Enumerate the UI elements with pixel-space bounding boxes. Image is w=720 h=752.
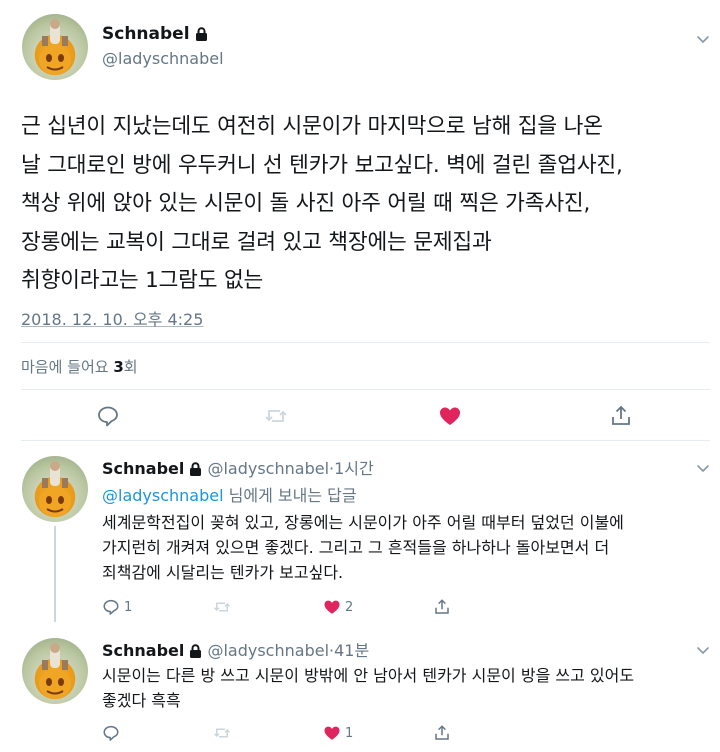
reply-text: 시문이는 다른 방 쓰고 시문이 방밖에 안 남아서 텐카가 시문이 방을 쓰고… xyxy=(102,663,702,713)
reply-to-label: 님에게 보내는 답글 xyxy=(223,486,357,505)
reply-to-mention[interactable]: @ladyschnabel xyxy=(102,486,224,505)
reply-text-line: 세계문학전집이 꽂혀 있고, 장롱에는 시문이가 아주 어릴 때부터 덮었던 이… xyxy=(102,513,624,532)
retweet-button[interactable] xyxy=(213,724,231,742)
handle[interactable]: @ladyschnabel xyxy=(207,459,329,478)
reply-icon xyxy=(103,599,119,615)
reply-text-line: 좋겠다 흑흑 xyxy=(102,691,181,710)
tweet-text-line: 책상 위에 앉아 있는 시문이 돌 사진 아주 어릴 때 찍은 가족사진, xyxy=(21,191,591,216)
handle[interactable]: @ladyschnabel xyxy=(102,49,224,68)
share-icon[interactable] xyxy=(609,404,633,428)
like-count: 2 xyxy=(345,599,354,615)
like-button[interactable]: 2 xyxy=(323,598,353,616)
chevron-down-icon[interactable] xyxy=(695,31,711,47)
likes-count[interactable]: 마음에 들어요 3회 xyxy=(21,356,138,377)
lock-icon xyxy=(189,643,202,662)
divider xyxy=(21,440,710,441)
share-icon xyxy=(435,599,449,614)
reply-text-line: 죄책감에 시달리는 텐카가 보고싶다. xyxy=(102,563,344,582)
reply-icon[interactable] xyxy=(96,404,120,428)
retweet-icon xyxy=(213,602,231,612)
avatar-image xyxy=(39,643,71,699)
reply-time[interactable]: ·41분 xyxy=(329,641,369,660)
likes-suffix: 회 xyxy=(123,358,138,376)
reply-text: 세계문학전집이 꽂혀 있고, 장롱에는 시문이가 아주 어릴 때부터 덮었던 이… xyxy=(102,510,702,585)
display-name-text: Schnabel xyxy=(102,24,190,44)
retweet-icon xyxy=(213,728,231,738)
lock-icon xyxy=(195,26,208,45)
likes-number: 3 xyxy=(113,358,124,376)
like-icon xyxy=(324,600,340,614)
replying-to: @ladyschnabel 님에게 보내는 답글 xyxy=(102,482,357,506)
display-name[interactable]: Schnabel xyxy=(102,459,184,478)
like-icon xyxy=(324,726,340,740)
display-name[interactable]: Schnabel xyxy=(102,641,184,660)
lock-icon xyxy=(189,461,202,480)
chevron-down-icon[interactable] xyxy=(695,460,711,476)
avatar[interactable] xyxy=(22,14,88,80)
retweet-icon[interactable] xyxy=(264,404,288,428)
divider xyxy=(21,389,710,390)
avatar-image xyxy=(39,461,71,517)
reply-icon xyxy=(103,725,119,741)
like-count: 1 xyxy=(345,725,354,741)
avatar-image xyxy=(39,19,71,75)
display-name[interactable]: Schnabel xyxy=(102,24,208,45)
tweet-text: 근 십년이 지났는데도 여전히 시문이가 마지막으로 남해 집을 나온 날 그대… xyxy=(21,108,711,301)
divider xyxy=(21,342,710,343)
like-button[interactable]: 1 xyxy=(323,724,353,742)
share-button[interactable] xyxy=(433,724,451,742)
reply-time[interactable]: ·1시간 xyxy=(329,459,374,478)
reply-button[interactable]: 1 xyxy=(102,598,132,616)
reply-count: 1 xyxy=(124,599,133,615)
thread-line xyxy=(54,526,56,622)
reply-header: Schnabel @ladyschnabel·1시간 xyxy=(102,455,374,480)
likes-label: 마음에 들어요 xyxy=(21,358,109,376)
share-icon xyxy=(435,725,449,740)
tweet-text-line: 장롱에는 교복이 그대로 걸려 있고 책장에는 문제집과 xyxy=(21,229,492,255)
share-button[interactable] xyxy=(433,598,451,616)
tweet-text-line: 날 그대로인 방에 우두커니 선 텐카가 보고싶다. 벽에 걸린 졸업사진, xyxy=(21,152,623,178)
reply-text-line: 시문이는 다른 방 쓰고 시문이 방밖에 안 남아서 텐카가 시문이 방을 쓰고… xyxy=(102,666,635,685)
handle[interactable]: @ladyschnabel xyxy=(207,641,329,660)
like-icon[interactable] xyxy=(438,404,462,428)
avatar[interactable] xyxy=(22,456,88,522)
reply-header: Schnabel @ladyschnabel·41분 xyxy=(102,637,369,662)
tweet-text-line: 취향이라고는 1그람도 없는 xyxy=(21,268,264,293)
retweet-button[interactable] xyxy=(213,598,231,616)
tweet-text-line: 근 십년이 지났는데도 여전히 시문이가 마지막으로 남해 집을 나온 xyxy=(21,114,603,139)
reply-text-line: 가지런히 개켜져 있으면 좋겠다. 그리고 그 흔적들을 하나하나 돌아보면서 … xyxy=(102,538,610,557)
chevron-down-icon[interactable] xyxy=(695,642,711,658)
reply-button[interactable] xyxy=(102,724,120,742)
timestamp[interactable]: 2018. 12. 10. 오후 4:25 xyxy=(21,306,203,330)
avatar[interactable] xyxy=(22,638,88,704)
